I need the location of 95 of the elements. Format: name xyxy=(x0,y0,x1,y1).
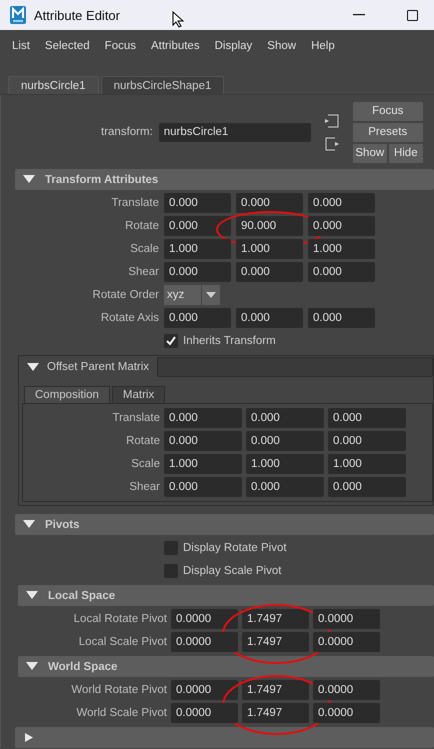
number-field[interactable]: 0.0000 xyxy=(171,609,238,629)
dropdown-caret-icon xyxy=(206,292,216,298)
attribute-label: Translate xyxy=(110,197,159,209)
app-logo-icon xyxy=(10,6,26,24)
checkbox-label: Inherits Transform xyxy=(183,335,276,347)
editor-button[interactable]: Hide xyxy=(388,144,423,162)
editor-button[interactable]: Presets xyxy=(352,122,423,142)
number-field[interactable]: 0.000 xyxy=(236,308,303,328)
editor-button[interactable]: Show xyxy=(352,144,387,162)
number-field[interactable]: 0.000 xyxy=(246,408,324,428)
window-title: Attribute Editor xyxy=(34,8,120,22)
matrix-tab[interactable]: Composition xyxy=(24,386,110,403)
number-field[interactable]: 0.000 xyxy=(246,431,324,451)
section-header[interactable]: Transform Attributes xyxy=(15,169,434,190)
number-field[interactable]: 1.000 xyxy=(246,454,324,474)
number-field[interactable]: 1.7497 xyxy=(242,632,309,652)
collapse-triangle-icon[interactable] xyxy=(26,662,38,671)
number-field[interactable]: 0.000 xyxy=(328,431,406,451)
number-field[interactable]: 1.000 xyxy=(328,454,406,474)
number-field[interactable]: 0.000 xyxy=(246,477,324,497)
attribute-label: Shear xyxy=(128,481,160,493)
maximize-icon[interactable] xyxy=(407,10,418,20)
number-field[interactable]: 1.000 xyxy=(164,239,231,259)
node-tab[interactable]: nurbsCircleShape1 xyxy=(100,76,224,94)
number-field[interactable]: 0.000 xyxy=(164,431,242,451)
collapse-triangle-icon[interactable] xyxy=(23,175,35,184)
section-header[interactable]: Pivots xyxy=(15,514,434,535)
number-field[interactable]: 0.000 xyxy=(164,262,231,282)
collapse-triangle-icon[interactable] xyxy=(27,362,39,372)
number-field[interactable]: 1.000 xyxy=(164,454,242,474)
number-field[interactable]: 0.000 xyxy=(164,308,231,328)
number-field[interactable]: 0.000 xyxy=(236,262,303,282)
menu-item[interactable]: Focus xyxy=(104,40,136,52)
subsection-header[interactable]: World Space xyxy=(18,656,434,677)
attribute-label: Local Rotate Pivot xyxy=(72,613,167,625)
node-name-field[interactable]: nurbsCircle1 xyxy=(158,122,311,142)
attribute-label: Local Scale Pivot xyxy=(78,636,167,648)
number-field[interactable]: 0.000 xyxy=(236,193,303,213)
matrix-tab[interactable]: Matrix xyxy=(112,386,166,403)
attribute-label: Rotate Order xyxy=(92,289,159,301)
number-field[interactable]: 0.000 xyxy=(328,477,406,497)
menu-item[interactable]: Attributes xyxy=(151,40,200,52)
number-field[interactable]: 0.0000 xyxy=(171,632,238,652)
attribute-label: Rotate xyxy=(125,435,160,447)
number-field[interactable]: 0.000 xyxy=(164,477,242,497)
number-field[interactable]: 0.000 xyxy=(164,216,231,236)
expand-triangle-icon[interactable] xyxy=(23,733,35,742)
attribute-label: World Scale Pivot xyxy=(75,707,167,719)
attribute-label: Translate xyxy=(111,412,160,424)
checkbox-label: Display Rotate Pivot xyxy=(183,542,287,554)
collapse-triangle-icon[interactable] xyxy=(26,591,38,600)
number-field[interactable]: 0.0000 xyxy=(313,680,380,700)
menu-item[interactable]: Help xyxy=(311,40,335,52)
input-connection-icon[interactable] xyxy=(324,114,339,128)
number-field[interactable]: 0.0000 xyxy=(313,703,380,723)
checkbox[interactable] xyxy=(164,564,178,578)
number-field[interactable]: 0.000 xyxy=(164,408,242,428)
checkbox[interactable] xyxy=(164,541,178,555)
attribute-label: Scale xyxy=(129,243,159,255)
number-field[interactable]: 1.7497 xyxy=(242,609,309,629)
frame-title: Offset Parent Matrix xyxy=(47,361,150,373)
number-field[interactable]: 90.000 xyxy=(236,216,303,236)
number-field[interactable]: 1.7497 xyxy=(242,703,309,723)
editor-button[interactable]: Focus xyxy=(352,102,423,120)
number-field[interactable]: 0.000 xyxy=(308,262,375,282)
number-field[interactable]: 0.0000 xyxy=(313,609,380,629)
menu-item[interactable]: Show xyxy=(267,40,296,52)
number-field[interactable]: 0.000 xyxy=(164,193,231,213)
menu-item[interactable]: Display xyxy=(214,40,252,52)
node-type-label: transform: xyxy=(101,126,153,138)
number-field[interactable]: 0.000 xyxy=(308,216,375,236)
checkbox[interactable] xyxy=(164,334,178,348)
attribute-label: Shear xyxy=(127,266,159,278)
node-tab[interactable]: nurbsCircle1 xyxy=(8,76,99,94)
checkbox-label: Display Scale Pivot xyxy=(183,565,282,577)
minimize-icon[interactable] xyxy=(353,14,365,16)
number-field[interactable]: 0.000 xyxy=(328,408,406,428)
number-field[interactable]: 1.000 xyxy=(308,239,375,259)
number-field[interactable]: 0.0000 xyxy=(313,632,380,652)
number-field[interactable]: 0.0000 xyxy=(171,703,238,723)
subsection-header[interactable]: Local Space xyxy=(18,585,434,606)
number-field[interactable]: 1.000 xyxy=(236,239,303,259)
attribute-label: Rotate Axis xyxy=(100,312,159,324)
mouse-pointer-icon xyxy=(172,10,184,28)
menu-item[interactable]: Selected xyxy=(44,40,90,52)
menu-item[interactable]: List xyxy=(12,40,30,52)
attribute-label: World Rotate Pivot xyxy=(70,684,167,696)
collapse-triangle-icon[interactable] xyxy=(23,520,35,529)
attribute-label: Scale xyxy=(130,458,160,470)
attribute-label: Rotate xyxy=(124,220,159,232)
number-field[interactable]: 0.0000 xyxy=(171,680,238,700)
number-field[interactable]: 0.000 xyxy=(308,308,375,328)
output-connection-icon[interactable] xyxy=(324,136,339,150)
number-field[interactable]: 0.000 xyxy=(308,193,375,213)
number-field[interactable]: 1.7497 xyxy=(242,680,309,700)
